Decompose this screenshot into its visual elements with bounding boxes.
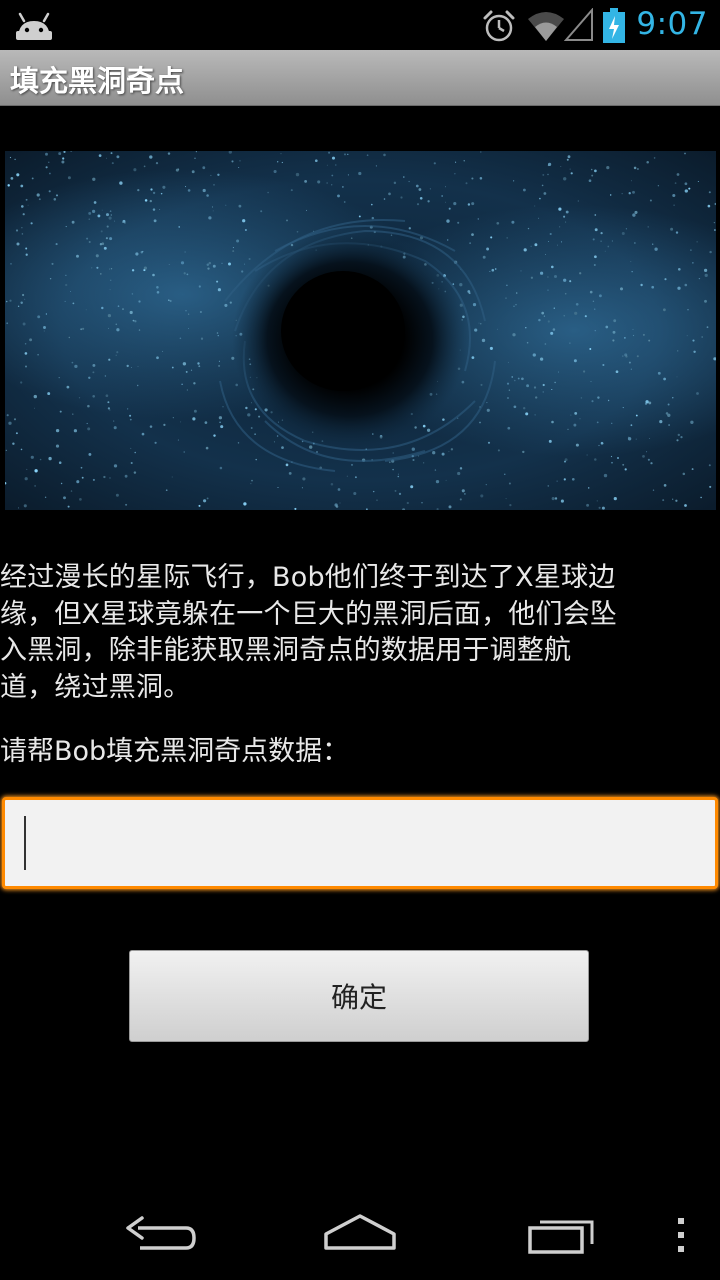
recent-apps-icon[interactable]: [526, 1210, 598, 1260]
navigation-bar: [0, 1188, 720, 1280]
alarm-icon: [483, 10, 515, 42]
title-bar: 填充黑洞奇点: [0, 50, 720, 106]
black-hole-icon: [5, 151, 716, 510]
android-icon: [16, 12, 52, 40]
back-icon[interactable]: [124, 1210, 196, 1260]
text-cursor: [24, 816, 26, 870]
status-clock: 9:07: [636, 6, 708, 42]
screen: 9:07 填充黑洞奇点 经过漫长的星际飞行，Bob他们终于到达了X星球边 缘，但…: [0, 0, 720, 1280]
singularity-data-input[interactable]: [2, 797, 718, 889]
battery-charging-icon: [603, 8, 625, 43]
signal-icon: [564, 8, 593, 41]
status-bar: 9:07: [0, 0, 720, 50]
page-title: 填充黑洞奇点: [10, 64, 185, 98]
wifi-icon: [528, 12, 564, 41]
black-hole-image: [5, 151, 716, 510]
confirm-button[interactable]: 确定: [129, 950, 589, 1042]
home-icon[interactable]: [322, 1210, 398, 1260]
story-text: 经过漫长的星际飞行，Bob他们终于到达了X星球边 缘，但X星球竟躲在一个巨大的黑…: [0, 562, 618, 703]
menu-icon[interactable]: [672, 1210, 690, 1260]
prompt-label: 请帮Bob填充黑洞奇点数据：: [0, 736, 350, 767]
